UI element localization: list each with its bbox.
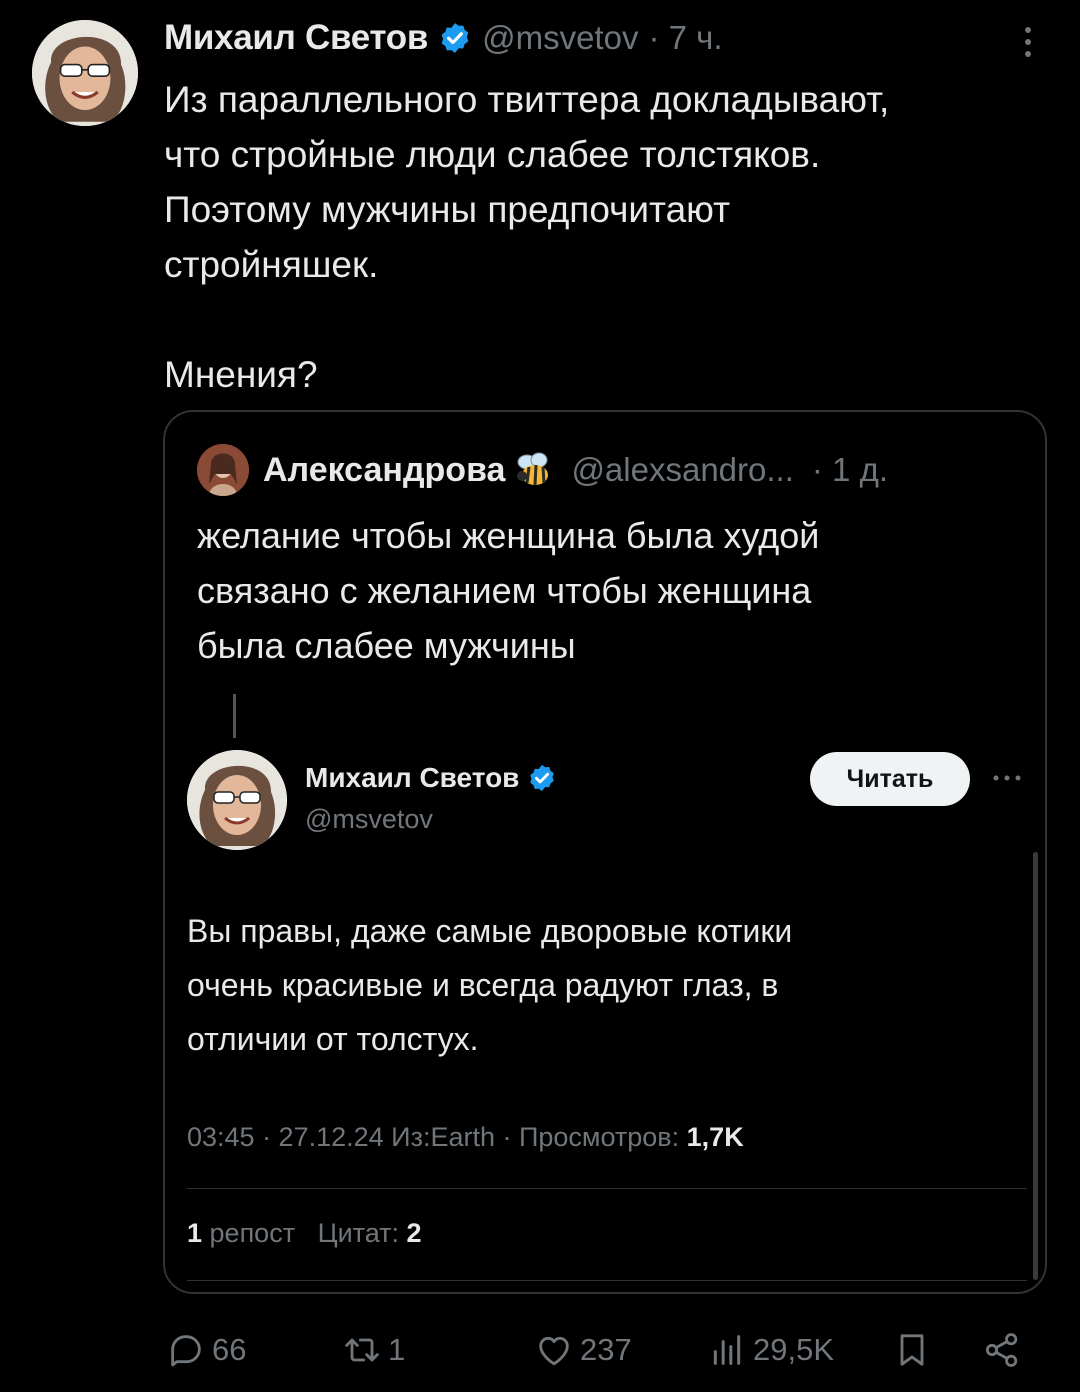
embedded-author-name: Михаил Светов: [305, 762, 520, 793]
tweet-text-line: Поэтому мужчины предпочитают: [164, 189, 731, 230]
quoted-author-avatar: [197, 444, 249, 496]
quoted-tweet-time[interactable]: · 1 д.: [812, 451, 888, 489]
bee-icon: [517, 452, 549, 486]
repost-count: 1: [388, 1332, 406, 1367]
divider: [187, 1280, 1027, 1281]
embedded-text-line: очень красивые и всегда радуют глаз, в: [187, 967, 779, 1003]
tweet-text: Из параллельного твиттера докладывают, ч…: [164, 72, 1044, 402]
embedded-reposts-count: 1: [187, 1218, 203, 1248]
bookmark-button[interactable]: [892, 1320, 932, 1380]
views-count: 29,5K: [753, 1332, 835, 1367]
embedded-quotes-label: Цитат:: [317, 1218, 407, 1248]
quoted-author-name[interactable]: Александрова: [263, 451, 505, 490]
verified-badge-icon: [441, 23, 469, 53]
tweet-time[interactable]: · 7 ч.: [648, 19, 722, 57]
author-avatar-image: [32, 20, 138, 126]
tweet-text-line: Из параллельного твиттера докладывают,: [164, 79, 890, 120]
author-name[interactable]: Михаил Светов: [164, 18, 428, 58]
quoted-text-line: желание чтобы женщина была худой: [197, 515, 820, 556]
views-button[interactable]: 29,5K: [707, 1320, 834, 1380]
more-dots-icon: [993, 775, 1021, 781]
embedded-text-line: отличии от толстух.: [187, 1021, 479, 1057]
repost-icon: [345, 1338, 379, 1362]
reply-icon: [171, 1335, 201, 1367]
embedded-views-count: 1,7K: [686, 1122, 744, 1152]
tweet-text-line: Мнения?: [164, 354, 318, 395]
embedded-scrollbar: [1033, 852, 1038, 1280]
embedded-tweet-stats: 1 репост Цитат: 2: [187, 1218, 422, 1249]
tweet-action-bar: 66 1 237 29,5K: [164, 1320, 1044, 1380]
divider: [187, 1188, 1027, 1189]
embedded-quotes-count: 2: [406, 1218, 422, 1248]
tweet-header: Михаил Светов @msvetov · 7 ч.: [164, 14, 723, 62]
embedded-header: Михаил Светов: [305, 762, 557, 794]
repost-button[interactable]: 1: [342, 1320, 405, 1380]
quoted-text-line: была слабее мужчины: [197, 625, 576, 666]
reply-count: 66: [212, 1332, 247, 1367]
author-avatar[interactable]: [32, 20, 138, 126]
embedded-author-avatar: [187, 750, 287, 850]
like-button[interactable]: 237: [534, 1320, 632, 1380]
tweet-text-line: что стройные люди слабее толстяков.: [164, 134, 821, 175]
embedded-tweet-text: Вы правы, даже самые дворовые котики оче…: [187, 904, 1007, 1066]
views-icon: [713, 1335, 741, 1365]
like-count: 237: [580, 1332, 632, 1367]
reply-button[interactable]: 66: [166, 1320, 246, 1380]
embedded-meta-text: 03:45 · 27.12.24 Из:Earth · Просмотров:: [187, 1122, 687, 1152]
like-icon: [539, 1336, 569, 1366]
quoted-tweet-text: желание чтобы женщина была худой связано…: [197, 508, 1017, 673]
quoted-author-handle[interactable]: @alexsandro...: [571, 451, 793, 489]
bookmark-icon: [900, 1334, 924, 1366]
embedded-author-avatar-image: [187, 750, 287, 850]
more-dots-icon[interactable]: [1018, 22, 1038, 62]
thread-connector-line: [233, 694, 236, 738]
quoted-tweet-header: Александрова @alexsandro... · 1 д.: [197, 444, 888, 496]
share-icon: [985, 1333, 1018, 1367]
quoted-tweet-card[interactable]: Александрова @alexsandro... · 1 д. желан…: [163, 410, 1047, 1294]
embedded-author-handle: @msvetov: [305, 804, 433, 834]
follow-button: Читать: [810, 752, 970, 806]
share-button[interactable]: [982, 1320, 1022, 1380]
verified-badge-icon: [530, 764, 555, 792]
quoted-author-avatar-image: [197, 444, 249, 496]
embedded-text-line: Вы правы, даже самые дворовые котики: [187, 913, 793, 949]
embedded-tweet-meta: 03:45 · 27.12.24 Из:Earth · Просмотров: …: [187, 1122, 744, 1153]
author-handle[interactable]: @msvetov: [482, 19, 638, 57]
quoted-text-line: связано с желанием чтобы женщина: [197, 570, 812, 611]
embedded-reposts-label: репост: [202, 1218, 296, 1248]
tweet-text-line: стройняшек.: [164, 244, 379, 285]
